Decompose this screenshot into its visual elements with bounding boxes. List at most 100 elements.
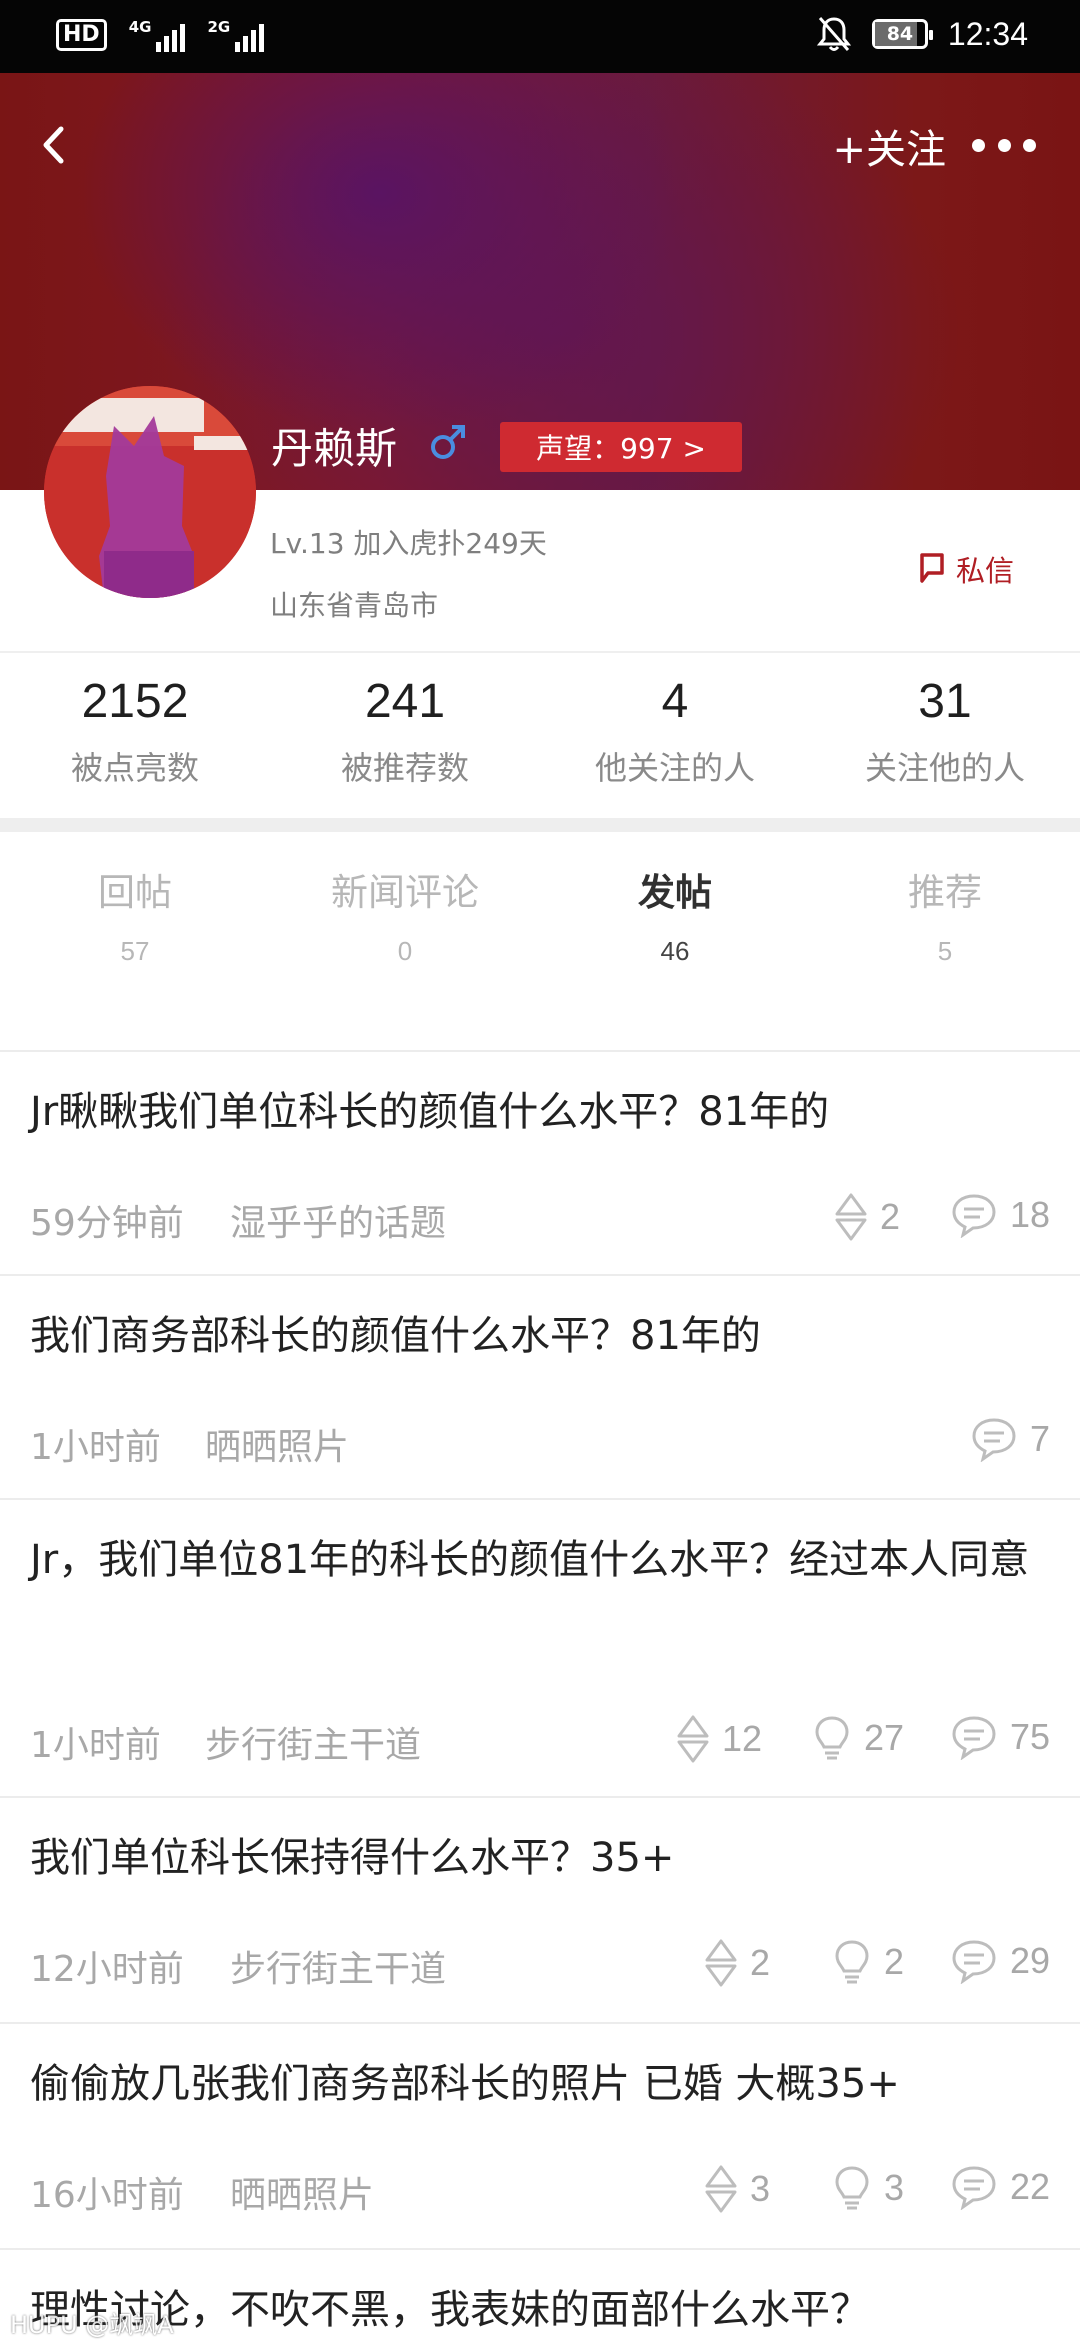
post-time: 1小时前 [30,1427,161,1468]
reply-count: 18 [950,1192,1050,1238]
signal-icon-1: 4G [129,18,186,52]
reply-value: 22 [1009,2166,1050,2207]
stat-value: 241 [364,675,446,728]
comment-icon [972,1418,1016,1462]
tab-count: 57 [120,936,150,966]
recommend-icon [705,2165,737,2213]
reply-value: 75 [1009,1716,1050,1757]
tab-label: 发帖 [638,871,712,914]
recommend-count: 2 [834,1192,900,1242]
back-button[interactable] [28,115,78,175]
hd-indicator: HD [56,19,107,51]
post-topic[interactable]: 步行街主干道 [205,1716,421,1768]
post-title: 我们单位科长保持得什么水平？35+ [30,1835,675,1881]
post-topic[interactable]: 湿乎乎的话题 [230,1194,446,1246]
post-title: 理性讨论，不吹不黑，我表妹的面部什么水平？ [30,2287,870,2333]
list-item[interactable]: 我们单位科长保持得什么水平？35+ 12小时前 步行街主干道 2 2 29 [0,1798,1080,2024]
post-topic[interactable]: 步行街主干道 [230,1940,446,1992]
post-time: 12小时前 [30,1949,184,1990]
reply-count: 22 [950,2164,1050,2210]
stat-likes[interactable]: 2152 被点亮数 [0,660,270,820]
tab-news-comments[interactable]: 新闻评论 0 [270,862,540,972]
divider [0,651,1080,653]
network-type-2: 2G [207,18,231,36]
stat-following[interactable]: 4 他关注的人 [540,660,810,820]
post-title: 我们商务部科长的颜值什么水平？81年的 [30,1313,761,1359]
tab-count: 5 [937,936,953,966]
tab-count: 0 [397,936,413,966]
comment-icon [952,1194,996,1238]
light-count: 2 [832,1938,904,1986]
stat-label: 被推荐数 [340,749,469,787]
list-item[interactable]: Jr，我们单位81年的科长的颜值什么水平？经过本人同意 1小时前 步行街主干道 … [0,1500,1080,1798]
section-divider [0,818,1080,832]
male-gender-icon [431,425,465,459]
lightbulb-icon [815,1716,849,1760]
list-item[interactable]: 偷偷放几张我们商务部科长的照片 已婚 大概35+ 16小时前 晒晒照片 3 3 … [0,2024,1080,2250]
stat-recommended[interactable]: 241 被推荐数 [270,660,540,820]
stat-label: 关注他的人 [864,749,1025,787]
post-topic[interactable]: 晒晒照片 [230,2166,374,2218]
mute-bell-icon [816,17,852,51]
more-options-icon[interactable] [972,125,1036,165]
recommend-icon [835,1193,867,1241]
recommend-value: 2 [879,1196,900,1237]
network-type-1: 4G [128,18,152,36]
post-time: 1小时前 [30,1725,161,1766]
tab-label: 新闻评论 [331,871,479,914]
post-title: 偷偷放几张我们商务部科长的照片 已婚 大概35+ [30,2061,900,2107]
battery-level: 84 [886,23,914,45]
reply-count: 29 [950,1938,1050,1984]
recommend-icon [677,1715,709,1763]
avatar[interactable] [44,386,256,598]
reply-count: 7 [970,1416,1050,1462]
light-count: 3 [832,2164,904,2212]
content-tabs: 回帖 57 新闻评论 0 发帖 46 推荐 5 [0,862,1080,972]
clock: 12:34 [947,15,1028,52]
stat-value: 4 [661,675,689,728]
comment-icon [952,1716,996,1760]
stat-value: 31 [918,675,972,728]
avatar-image [44,386,256,598]
reply-value: 18 [1009,1194,1050,1235]
stat-label: 他关注的人 [594,749,755,787]
location: 山东省青岛市 [270,589,439,622]
stats-row: 2152 被点亮数 241 被推荐数 4 他关注的人 31 关注他的人 [0,660,1080,820]
post-time: 59分钟前 [30,1203,184,1244]
light-value: 2 [883,1941,904,1982]
tab-label: 回帖 [98,871,172,914]
post-topic[interactable]: 晒晒照片 [205,1418,349,1470]
tab-replies[interactable]: 回帖 57 [0,862,270,972]
message-flag-icon [920,553,944,583]
list-item[interactable]: 我们商务部科长的颜值什么水平？81年的 1小时前 晒晒照片 7 [0,1276,1080,1500]
reply-value: 29 [1009,1940,1050,1981]
list-item[interactable]: Jr瞅瞅我们单位科长的颜值什么水平？81年的 59分钟前 湿乎乎的话题 2 18 [0,1052,1080,1276]
back-arrow-icon [43,126,64,164]
stat-followers[interactable]: 31 关注他的人 [810,660,1080,820]
battery-icon: 84 [871,19,933,49]
recommend-count: 3 [704,2164,770,2214]
recommend-count: 2 [704,1938,770,1988]
tab-posts[interactable]: 发帖 46 [540,862,810,972]
light-value: 27 [863,1717,904,1758]
lightbulb-icon [835,1940,869,1984]
status-right: 84 12:34 [816,14,1028,54]
recommend-value: 12 [721,1718,762,1759]
recommend-count: 12 [676,1714,762,1764]
reputation-badge[interactable]: 声望：997 > [500,422,742,472]
recommend-value: 2 [749,1942,770,1983]
private-message-button[interactable]: 私信 [918,548,1014,590]
profile-screen: HD 4G 2G 84 12:34 +关注 丹赖斯 声望：997 > Lv.13… [0,0,1080,2340]
stat-label: 被点亮数 [70,749,199,787]
tab-recommend[interactable]: 推荐 5 [810,862,1080,972]
follow-button[interactable]: +关注 [832,117,946,175]
reply-count: 75 [950,1714,1050,1760]
private-message-label: 私信 [955,554,1014,588]
recommend-value: 3 [749,2168,770,2209]
watermark: HUPU @飒飒A [10,2311,174,2339]
reply-value: 7 [1029,1418,1050,1459]
recommend-icon [705,1939,737,1987]
light-value: 3 [883,2167,904,2208]
level-info: Lv.13 加入虎扑249天 [270,527,547,560]
tab-count: 46 [660,936,690,966]
